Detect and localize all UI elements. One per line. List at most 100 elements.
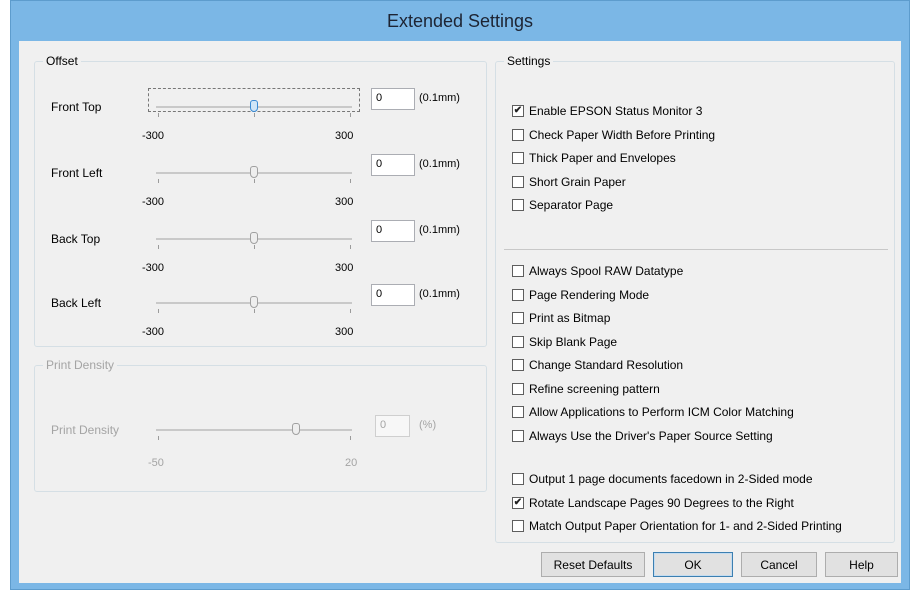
offset-slider-thumb[interactable] xyxy=(250,296,258,308)
setting-checkbox-label: Rotate Landscape Pages 90 Degrees to the… xyxy=(529,495,794,510)
offset-slider-thumb[interactable] xyxy=(250,100,258,112)
offset-value-field[interactable]: 0 xyxy=(371,284,415,306)
offset-unit: (0.1mm) xyxy=(419,158,460,170)
help-button[interactable]: Help xyxy=(825,552,898,577)
setting-checkbox-label: Print as Bitmap xyxy=(529,311,611,325)
offset-max-label: 300 xyxy=(335,130,354,142)
setting-checkbox-label: Allow Applications to Perform ICM Color … xyxy=(529,405,794,419)
offset-slider-tick-max xyxy=(350,179,351,183)
print-density-tick-min xyxy=(158,436,159,440)
offset-min-label: -300 xyxy=(142,262,165,274)
setting-checkbox-row[interactable]: Print as Bitmap xyxy=(512,311,610,325)
offset-unit: (0.1mm) xyxy=(419,92,460,104)
setting-checkbox-label: Short Grain Paper xyxy=(529,174,626,189)
offset-max-label: 300 xyxy=(335,326,354,338)
setting-checkbox-label: Thick Paper and Envelopes xyxy=(529,151,676,165)
ok-button[interactable]: OK xyxy=(653,552,733,577)
settings-separator xyxy=(504,249,888,250)
checkbox-unchecked-icon[interactable] xyxy=(512,128,524,141)
offset-slider-tick-max xyxy=(350,309,351,313)
checkbox-unchecked-icon[interactable] xyxy=(512,288,524,301)
offset-row-label: Back Left xyxy=(51,296,102,310)
setting-checkbox-row[interactable]: ✔ Enable EPSON Status Monitor 3 xyxy=(512,104,702,118)
setting-checkbox-row[interactable]: ✔ Rotate Landscape Pages 90 Degrees to th… xyxy=(512,496,794,510)
checkbox-unchecked-icon[interactable] xyxy=(512,152,524,164)
setting-checkbox-label: Check Paper Width Before Printing xyxy=(529,127,716,142)
setting-checkbox-row[interactable]: Allow Applications to Perform ICM Color … xyxy=(512,405,794,419)
setting-checkbox-row[interactable]: Output 1 page documents facedown in 2-Si… xyxy=(512,472,813,486)
checkbox-unchecked-icon[interactable] xyxy=(512,473,524,485)
offset-value-field[interactable]: 0 xyxy=(371,220,415,242)
offset-slider-tick-min xyxy=(158,113,159,117)
checkbox-unchecked-icon[interactable] xyxy=(512,175,524,188)
offset-min-label: -300 xyxy=(142,326,165,338)
offset-row-label: Back Top xyxy=(51,232,101,246)
setting-checkbox-label: Change Standard Resolution xyxy=(529,358,684,372)
setting-checkbox-label: Skip Blank Page xyxy=(529,334,618,349)
checkbox-unchecked-icon[interactable] xyxy=(512,520,524,532)
offset-group: Offset Front Top -300 300 0 (0.1mm) Front Lef… xyxy=(34,54,487,347)
setting-checkbox-row[interactable]: Separator Page xyxy=(512,198,613,212)
extended-settings-window: Extended Settings Offset Front Top -300 30… xyxy=(10,0,910,590)
setting-checkbox-row[interactable]: Always Spool RAW Datatype xyxy=(512,264,683,278)
setting-checkbox-row[interactable]: Thick Paper and Envelopes xyxy=(512,151,676,165)
offset-group-title: Offset xyxy=(43,54,81,68)
offset-slider-tick-max xyxy=(350,113,351,117)
checkbox-unchecked-icon[interactable] xyxy=(512,199,524,211)
print-density-unit: (%) xyxy=(419,419,437,431)
setting-checkbox-row[interactable]: Page Rendering Mode xyxy=(512,288,649,302)
print-density-slider-thumb[interactable] xyxy=(292,423,300,435)
offset-slider-tick-mid xyxy=(254,309,255,313)
setting-checkbox-row[interactable]: Check Paper Width Before Printing xyxy=(512,128,715,142)
offset-slider-tick-mid xyxy=(254,113,255,117)
setting-checkbox-label: Always Use the Driver's Paper Source Set… xyxy=(529,428,773,443)
setting-checkbox-row[interactable]: Change Standard Resolution xyxy=(512,358,683,372)
offset-row-label: Front Top xyxy=(51,100,102,114)
print-density-tick-max xyxy=(350,436,351,440)
offset-min-label: -300 xyxy=(142,130,165,142)
print-density-value-field[interactable]: 0 xyxy=(375,415,410,437)
print-density-group: Print Density Print Density -50 20 0 (%) xyxy=(34,358,487,492)
offset-unit: (0.1mm) xyxy=(419,288,460,300)
checkbox-unchecked-icon[interactable] xyxy=(512,312,524,324)
offset-slider-tick-mid xyxy=(254,245,255,249)
offset-slider-tick-min xyxy=(158,245,159,249)
setting-checkbox-row[interactable]: Refine screening pattern xyxy=(512,382,660,396)
setting-checkbox-row[interactable]: Skip Blank Page xyxy=(512,335,617,349)
dialog-client-area: Offset Front Top -300 300 0 (0.1mm) Front Lef… xyxy=(19,41,901,583)
window-title: Extended Settings xyxy=(386,10,534,31)
settings-group-title: Settings xyxy=(504,54,554,68)
checkbox-unchecked-icon[interactable] xyxy=(512,382,524,395)
print-density-min-label: -50 xyxy=(148,457,164,469)
checkbox-unchecked-icon[interactable] xyxy=(512,335,524,348)
cancel-button[interactable]: Cancel xyxy=(741,552,817,577)
checkbox-unchecked-icon[interactable] xyxy=(512,265,524,277)
offset-unit: (0.1mm) xyxy=(419,224,460,236)
offset-value-field[interactable]: 0 xyxy=(371,154,415,176)
checkbox-unchecked-icon[interactable] xyxy=(512,406,524,418)
setting-checkbox-label: Enable EPSON Status Monitor 3 xyxy=(529,104,703,118)
checkbox-checked-icon[interactable]: ✔ xyxy=(512,496,524,509)
print-density-group-title: Print Density xyxy=(43,358,118,372)
reset-defaults-button[interactable]: Reset Defaults xyxy=(541,552,645,577)
offset-slider-thumb[interactable] xyxy=(250,166,258,178)
offset-value-field[interactable]: 0 xyxy=(371,88,415,110)
print-density-slider-track xyxy=(156,429,352,431)
print-density-label: Print Density xyxy=(51,423,120,437)
checkbox-unchecked-icon[interactable] xyxy=(512,359,524,371)
offset-slider-tick-min xyxy=(158,309,159,313)
setting-checkbox-row[interactable]: Short Grain Paper xyxy=(512,175,626,189)
offset-max-label: 300 xyxy=(335,196,354,208)
setting-checkbox-row[interactable]: Match Output Paper Orientation for 1- an… xyxy=(512,519,842,533)
setting-checkbox-label: Match Output Paper Orientation for 1- an… xyxy=(529,519,842,533)
checkbox-unchecked-icon[interactable] xyxy=(512,429,524,442)
setting-checkbox-row[interactable]: Always Use the Driver's Paper Source Set… xyxy=(512,429,773,443)
checkbox-checked-icon[interactable]: ✔ xyxy=(512,105,524,117)
offset-slider-tick-max xyxy=(350,245,351,249)
offset-max-label: 300 xyxy=(335,262,354,274)
setting-checkbox-label: Always Spool RAW Datatype xyxy=(529,264,684,278)
setting-checkbox-label: Separator Page xyxy=(529,198,614,212)
offset-slider-thumb[interactable] xyxy=(250,232,258,244)
setting-checkbox-label: Page Rendering Mode xyxy=(529,287,650,302)
settings-group: Settings ✔ Enable EPSON Status Monitor 3 C… xyxy=(495,54,895,543)
